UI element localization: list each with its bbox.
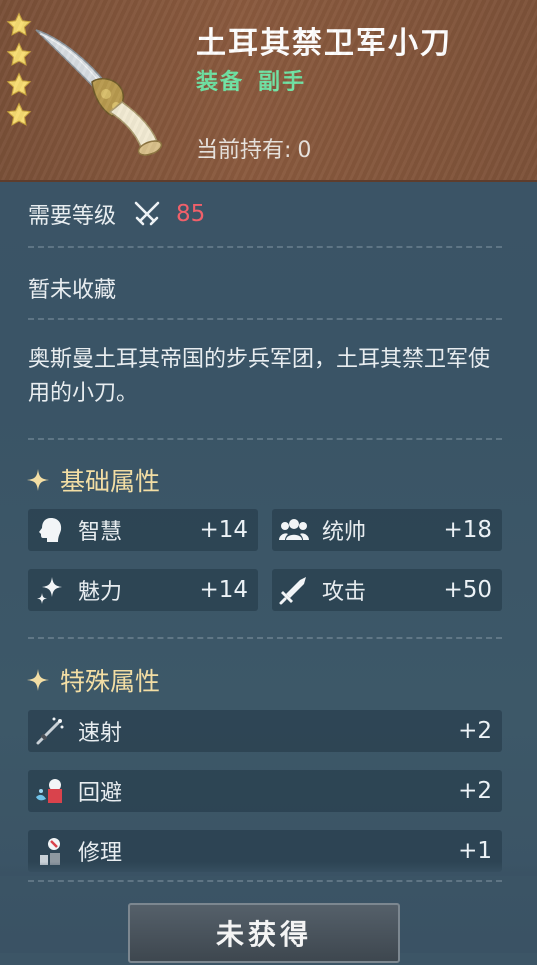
- star-icon: [6, 72, 32, 96]
- item-type: 装备: [196, 70, 245, 95]
- basic-attributes-title: 基础属性: [26, 462, 160, 498]
- attribute-charm: 魅力 +14: [28, 569, 258, 611]
- not-obtained-button[interactable]: 未获得: [128, 903, 400, 963]
- star-icon: [6, 12, 32, 36]
- level-requirement: 需要等级 85: [28, 198, 205, 230]
- rapid-fire-icon: [36, 717, 64, 745]
- owned-value: 0: [297, 138, 312, 163]
- item-category: 装备 副手: [196, 64, 320, 96]
- divider: [28, 246, 502, 248]
- dagger-item-icon: [35, 29, 163, 156]
- head-icon: [39, 518, 62, 542]
- divider: [28, 880, 502, 882]
- attribute-rapid-fire: 速射 +2: [28, 710, 502, 752]
- star-icon: [6, 42, 32, 66]
- level-value: 85: [176, 201, 206, 227]
- sparkle-icon: [37, 577, 62, 604]
- dodge-icon: [36, 779, 62, 803]
- special-attributes-title: 特殊属性: [26, 662, 160, 698]
- divider: [28, 637, 502, 639]
- sword-icon: [279, 577, 306, 605]
- item-description: 奥斯曼土耳其帝国的步兵军团，土耳其禁卫军使用的小刀。: [28, 347, 491, 406]
- collection-status: 暂未收藏: [28, 278, 117, 303]
- owned-count: 当前持有: 0: [196, 132, 311, 164]
- item-slot: 副手: [258, 70, 307, 95]
- divider: [28, 438, 502, 440]
- level-label: 需要等级: [28, 204, 117, 229]
- star-icon: [6, 102, 32, 126]
- group-icon: [279, 519, 309, 540]
- list-fade: [0, 862, 537, 876]
- item-header: 土耳其禁卫军小刀 装备 副手 当前持有: 0: [0, 0, 537, 182]
- divider: [28, 318, 502, 320]
- sparkle-icon: [27, 669, 49, 691]
- sparkle-icon: [27, 469, 49, 491]
- crossed-swords-icon: [134, 201, 160, 226]
- attribute-wisdom: 智慧 +14: [28, 509, 258, 551]
- attribute-dodge: 回避 +2: [28, 770, 502, 812]
- attribute-command: 统帅 +18: [272, 509, 502, 551]
- owned-label: 当前持有:: [196, 138, 292, 163]
- rarity-stars: [6, 12, 32, 132]
- item-name: 土耳其禁卫军小刀: [196, 26, 452, 61]
- attribute-attack: 攻击 +50: [272, 569, 502, 611]
